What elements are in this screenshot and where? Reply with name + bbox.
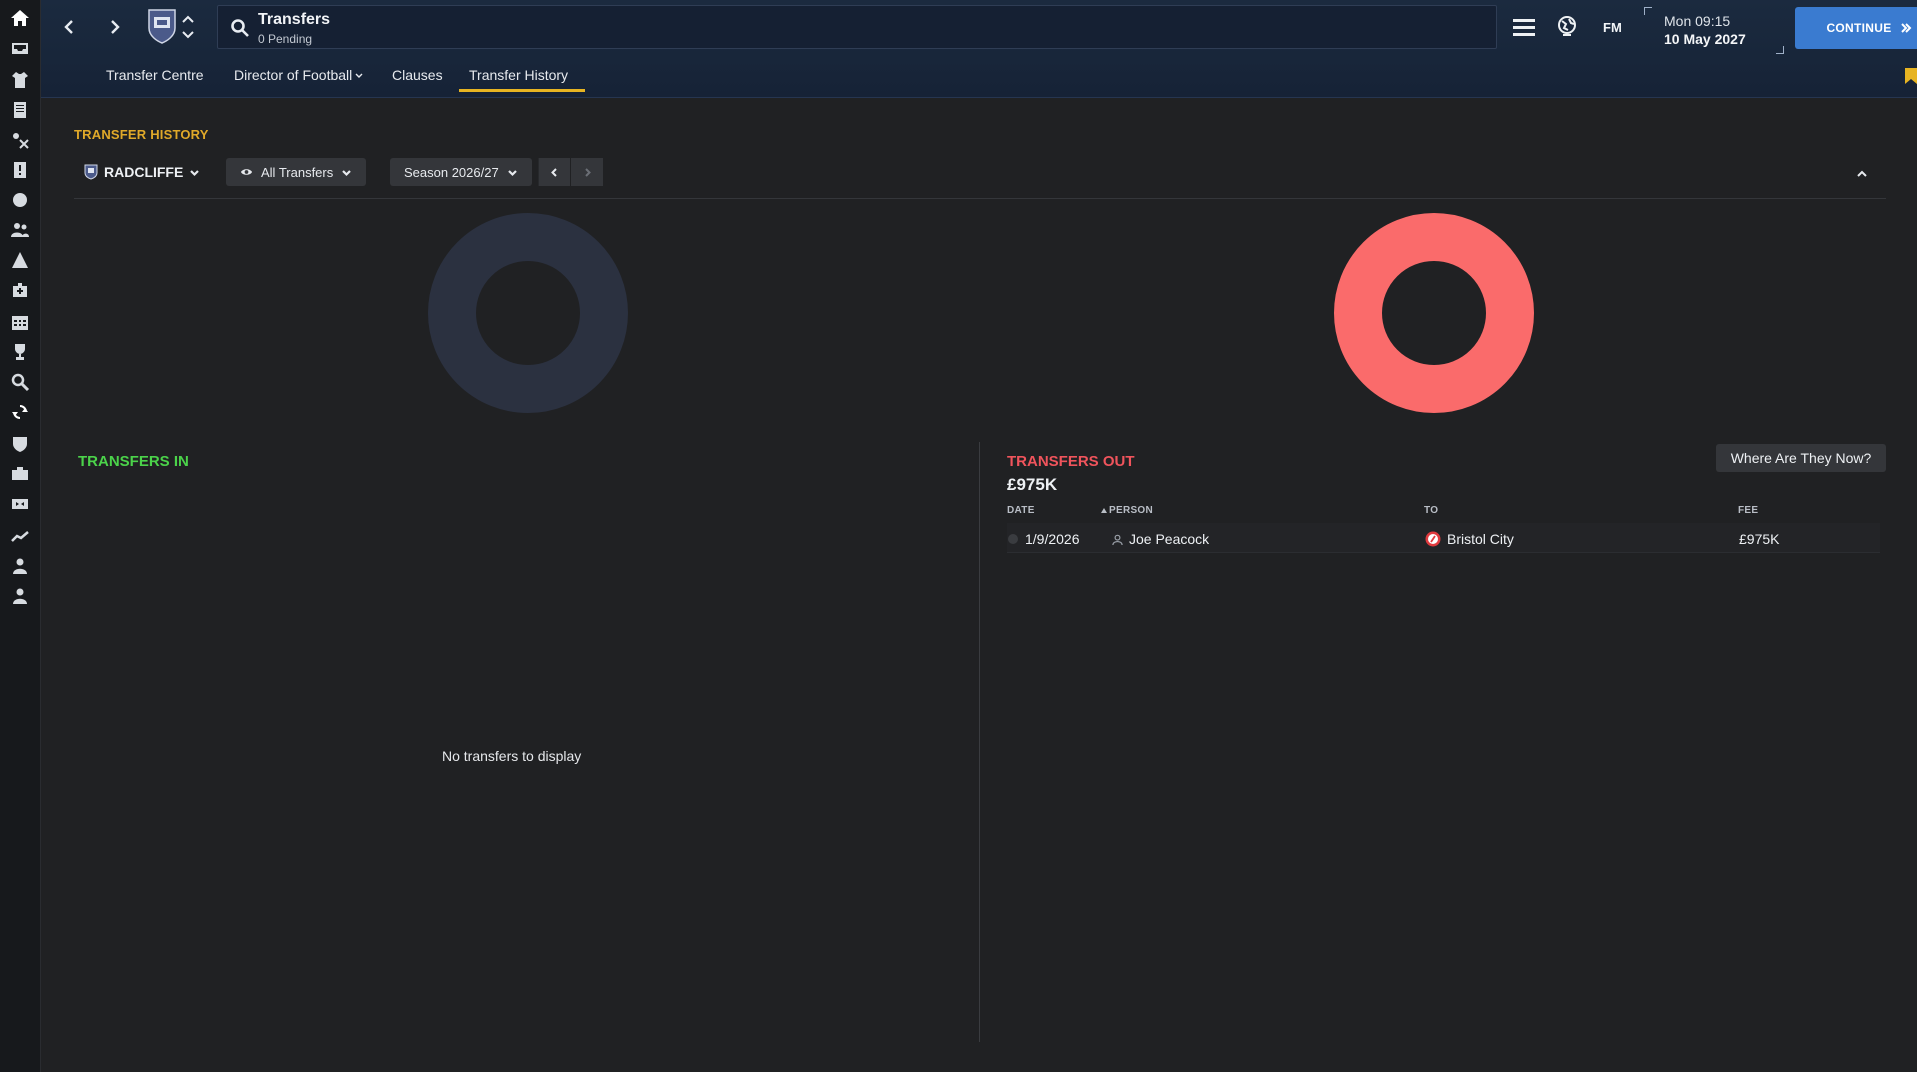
transfers-icon[interactable]: [8, 400, 32, 424]
filter-bar: RADCLIFFE All Transfers Season 2026/27: [74, 155, 1886, 199]
bristol-city-crest-icon: [1425, 531, 1441, 547]
empty-state-message: No transfers to display: [442, 748, 582, 764]
competitions-icon[interactable]: [8, 340, 32, 364]
table-row[interactable]: 1/9/2026 Joe Peacock Bristol City £975K: [1007, 523, 1880, 553]
chevron-down-icon: [190, 169, 200, 176]
transfer-person[interactable]: Joe Peacock: [1112, 531, 1209, 547]
tactics-icon[interactable]: [8, 128, 32, 152]
app-window: Transfers 0 Pending FM Mon 09:15 10 May …: [0, 0, 1917, 1072]
transfer-destination[interactable]: Bristol City: [1425, 531, 1514, 547]
season-label: Season 2026/27: [404, 164, 499, 180]
search-bar[interactable]: Transfers 0 Pending: [217, 5, 1497, 49]
transfer-date: 1/9/2026: [1007, 531, 1080, 547]
club-name: RADCLIFFE: [104, 164, 184, 180]
sidebar: [0, 0, 41, 1072]
staff-icon[interactable]: [8, 218, 32, 242]
inbox-icon[interactable]: [8, 36, 32, 60]
transfers-in-title: TRANSFERS IN: [78, 453, 189, 470]
back-button[interactable]: [55, 12, 85, 42]
finances-icon[interactable]: [8, 462, 32, 486]
notes-icon[interactable]: [8, 98, 32, 122]
donut-segment-bristol-city[interactable]: [1334, 213, 1534, 413]
squad-icon[interactable]: [8, 68, 32, 92]
scouting-icon[interactable]: [8, 370, 32, 394]
medical-icon[interactable]: [8, 278, 32, 302]
club-icon[interactable]: [8, 432, 32, 456]
tab-clauses[interactable]: Clauses: [392, 67, 443, 83]
panel-divider: [979, 442, 980, 1042]
page-title: Transfers: [258, 11, 331, 28]
date-corner-decoration: [1776, 46, 1784, 54]
next-season-button[interactable]: [571, 158, 603, 186]
schedule-icon[interactable]: [8, 310, 32, 334]
active-tab-indicator: [459, 89, 585, 92]
chevron-left-icon: [551, 167, 557, 177]
analytics-icon[interactable]: [8, 524, 32, 548]
tab-director-of-football[interactable]: Director of Football: [234, 67, 363, 83]
club-crest-icon[interactable]: [147, 8, 177, 44]
continue-label: CONTINUE: [1826, 21, 1892, 35]
tab-transfer-history[interactable]: Transfer History: [469, 67, 568, 83]
club-switch-icon[interactable]: [181, 12, 195, 42]
game-date[interactable]: Mon 09:15 10 May 2027: [1644, 7, 1784, 54]
chevron-down-icon: [355, 73, 363, 78]
transfer-filter-dropdown[interactable]: All Transfers: [226, 158, 367, 186]
chevron-down-icon: [507, 169, 517, 176]
forward-button[interactable]: [99, 12, 129, 42]
column-header-fee[interactable]: FEE: [1738, 505, 1758, 516]
game-date-value: 10 May 2027: [1664, 31, 1746, 47]
date-corner-decoration: [1644, 7, 1652, 15]
season-dropdown[interactable]: Season 2026/27: [390, 158, 532, 186]
tab-transfer-centre[interactable]: Transfer Centre: [106, 67, 204, 83]
column-header-date[interactable]: DATE: [1007, 505, 1035, 516]
section-title: TRANSFER HISTORY: [74, 127, 209, 142]
dof-icon[interactable]: [8, 492, 32, 516]
donut-empty-ring: [428, 213, 628, 413]
top-bar: Transfers 0 Pending FM Mon 09:15 10 May …: [41, 0, 1917, 98]
search-icon[interactable]: [230, 18, 250, 38]
chevron-right-icon: [584, 167, 591, 177]
bookmark-icon[interactable]: [1904, 67, 1917, 85]
transfer-history-panel: TRANSFER HISTORY RADCLIFFE All Transfers…: [74, 120, 1886, 1050]
report-icon[interactable]: [8, 158, 32, 182]
transfers-out-donut: [1334, 213, 1534, 413]
club-selector[interactable]: RADCLIFFE: [84, 159, 200, 185]
fm-logo[interactable]: FM: [1603, 20, 1622, 35]
continue-button[interactable]: CONTINUE: [1795, 7, 1917, 49]
previous-season-button[interactable]: [538, 158, 570, 186]
development-icon[interactable]: [8, 248, 32, 272]
person-icon: [1112, 534, 1123, 545]
collapse-icon[interactable]: [1856, 167, 1868, 179]
double-chevron-right-icon: [1900, 23, 1911, 33]
transfer-fee: £975K: [1739, 531, 1780, 547]
transfers-out-total: £975K: [1007, 475, 1058, 494]
pending-count: 0 Pending: [258, 32, 313, 46]
transfer-filter-label: All Transfers: [261, 164, 334, 180]
chevron-down-icon: [342, 169, 352, 176]
profile-icon[interactable]: [8, 584, 32, 608]
sort-asc-icon: [1101, 508, 1107, 513]
transfers-out-title: TRANSFERS OUT: [1007, 453, 1135, 470]
eye-icon: [240, 169, 253, 175]
world-icon[interactable]: [1556, 15, 1578, 37]
training-icon[interactable]: [8, 188, 32, 212]
club-crest-icon: [84, 164, 98, 180]
menu-icon[interactable]: [1512, 16, 1536, 38]
where-are-they-now-button[interactable]: Where Are They Now?: [1716, 444, 1886, 472]
column-header-person[interactable]: PERSON: [1101, 505, 1153, 516]
manager-icon[interactable]: [8, 554, 32, 578]
home-icon[interactable]: [8, 6, 32, 30]
transfers-in-donut: [428, 213, 628, 413]
game-time: Mon 09:15: [1664, 13, 1731, 29]
transfer-type-icon: [1008, 534, 1018, 544]
column-header-to[interactable]: TO: [1424, 505, 1438, 516]
